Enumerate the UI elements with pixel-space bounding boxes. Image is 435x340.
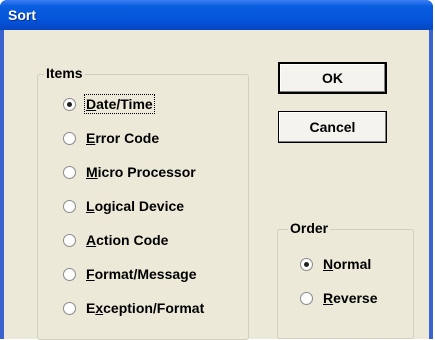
radio-label: Exception/Format [86,300,205,316]
items-radio-exception-format[interactable]: Exception/Format [63,300,204,316]
items-radio-action-code[interactable]: Action Code [63,232,168,248]
items-radio-date-time[interactable]: Date/Time [63,94,155,114]
radio-button-icon[interactable] [63,131,76,145]
cancel-button[interactable]: Cancel [278,111,387,143]
order-radio-reverse[interactable]: Reverse [300,290,378,306]
order-radio-normal[interactable]: Normal [300,256,371,272]
radio-button-icon[interactable] [63,233,76,247]
sort-dialog: Sort Items Date/Time Error Code Micro Proc… [0,0,433,340]
title-bar[interactable]: Sort [0,0,433,30]
radio-button-icon[interactable] [63,199,76,213]
radio-button-icon[interactable] [63,301,76,315]
radio-button-icon[interactable] [63,165,76,179]
radio-label: Logical Device [86,198,185,214]
radio-label: Action Code [86,232,169,248]
items-radio-logical-device[interactable]: Logical Device [63,198,184,214]
radio-label: Normal [323,256,372,272]
radio-label: Error Code [86,130,160,146]
order-group: Order [277,220,414,339]
radio-button-icon[interactable] [63,97,76,111]
items-group-label: Items [44,65,85,81]
radio-button-icon[interactable] [300,291,313,305]
ok-button[interactable]: OK [278,62,387,94]
items-radio-error-code[interactable]: Error Code [63,130,159,146]
radio-label: Reverse [323,290,378,306]
radio-button-icon[interactable] [300,257,313,271]
radio-label: Date/Time [84,94,155,114]
radio-label: Micro Processor [86,164,196,180]
order-group-label: Order [288,220,331,236]
dialog-body: Items Date/Time Error Code Micro Processor… [4,30,429,340]
items-radio-micro-processor[interactable]: Micro Processor [63,164,196,180]
radio-button-icon[interactable] [63,267,76,281]
radio-label: Format/Message [86,266,197,282]
items-radio-format-message[interactable]: Format/Message [63,266,197,282]
window-title: Sort [8,7,36,23]
